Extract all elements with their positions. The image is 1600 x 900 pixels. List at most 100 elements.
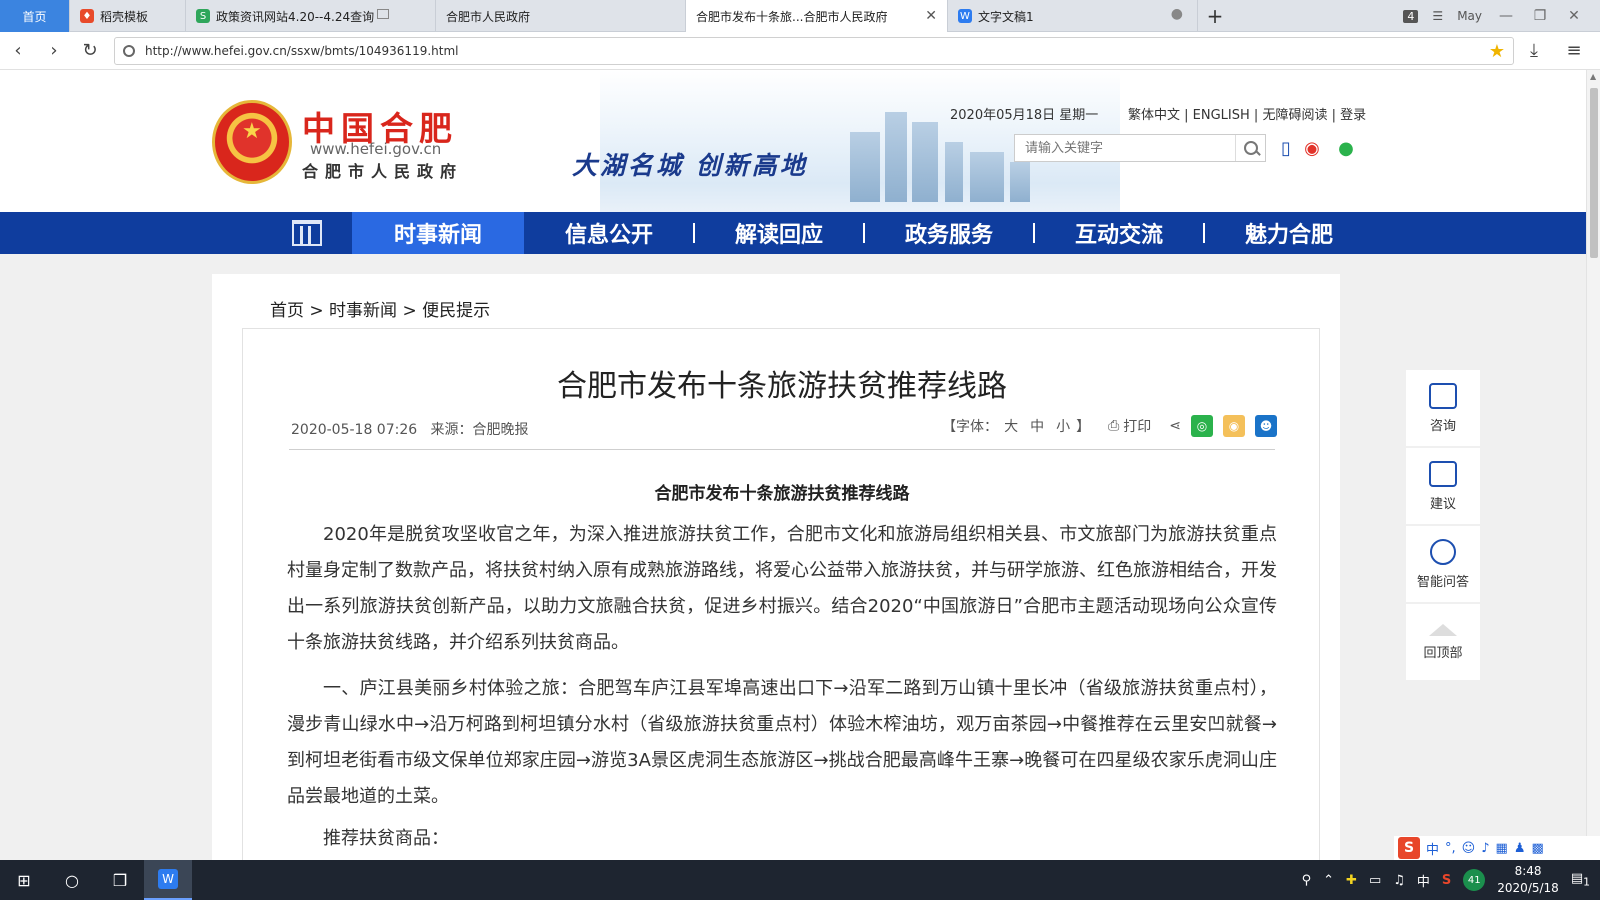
font-size-small[interactable]: 小 xyxy=(1056,416,1070,436)
article-title: 合肥市发布十条旅游扶贫推荐线路 xyxy=(557,369,1007,404)
font-size-medium[interactable]: 中 xyxy=(1030,416,1044,436)
edit-icon xyxy=(1429,460,1457,487)
weibo-share-icon[interactable]: ◉ xyxy=(1223,415,1245,437)
site-header: 中国合肥 www.hefei.gov.cn 合肥市人民政府 大湖名城 创新高地 … xyxy=(0,70,1586,212)
cortana-search-icon[interactable]: ○ xyxy=(48,860,96,900)
forward-icon[interactable]: › xyxy=(36,40,72,61)
nav-item-gov-services[interactable]: 政务服务 xyxy=(864,212,1034,254)
article-paragraph: 推荐扶贫商品： xyxy=(323,828,449,849)
link-login[interactable]: 登录 xyxy=(1340,108,1366,123)
security-badge[interactable]: 41 xyxy=(1463,869,1486,891)
side-consult-button[interactable]: 咨询 xyxy=(1406,370,1480,446)
punctuation-icon[interactable]: °, xyxy=(1445,841,1456,856)
share-icon[interactable]: ⋖ xyxy=(1169,418,1181,434)
tab-hefei-gov[interactable]: 合肥市人民政府 xyxy=(436,0,686,32)
search-icon xyxy=(123,44,135,57)
menu-icon[interactable]: ☰ xyxy=(1432,9,1443,23)
qq-share-icon[interactable]: ☻ xyxy=(1255,415,1277,437)
browser-menu-icon[interactable]: ≡ xyxy=(1554,40,1594,61)
font-size-large[interactable]: 大 xyxy=(1004,416,1018,436)
back-to-top-icon xyxy=(1429,623,1457,636)
page-scrollbar[interactable]: ▲ xyxy=(1586,70,1600,860)
monitor-icon xyxy=(377,9,389,19)
ime-mode[interactable]: 中 xyxy=(1426,839,1439,858)
breadcrumb[interactable]: 首页 > 时事新闻 > 便民提示 xyxy=(270,296,490,321)
user-name[interactable]: May xyxy=(1457,9,1482,23)
article-subtitle: 合肥市发布十条旅游扶贫推荐线路 xyxy=(654,484,910,504)
nav-item-charm-hefei[interactable]: 魅力合肥 xyxy=(1204,212,1374,254)
print-icon[interactable]: ⎙ xyxy=(1108,418,1119,434)
people-icon[interactable]: ⚲ xyxy=(1302,873,1312,888)
tab-docer[interactable]: ♦ 稻壳模板 xyxy=(70,0,186,32)
nav-item-current-news[interactable]: 时事新闻 xyxy=(352,212,524,254)
keyboard-icon[interactable]: ▦ xyxy=(1496,841,1508,856)
tray-app-icon[interactable]: ✚ xyxy=(1346,873,1357,888)
windows-start-icon[interactable]: ⊞ xyxy=(0,860,48,900)
print-button[interactable]: 打印 xyxy=(1123,416,1151,436)
wechat-share-icon[interactable]: ◎ xyxy=(1191,415,1213,437)
link-english[interactable]: ENGLISH xyxy=(1193,108,1250,123)
bookmark-star-icon[interactable]: ★ xyxy=(1489,41,1505,62)
side-suggest-button[interactable]: 建议 xyxy=(1406,448,1480,524)
header-date: 2020年05月18日 星期一 xyxy=(950,108,1099,123)
voice-icon[interactable]: ♪ xyxy=(1481,841,1489,856)
article-meta: 2020-05-18 07:26 来源：合肥晚报 xyxy=(291,419,529,439)
nav-home-building-icon[interactable] xyxy=(262,212,352,254)
task-view-icon[interactable]: ❒ xyxy=(96,860,144,900)
show-hidden-icons[interactable]: ⌃ xyxy=(1323,873,1334,888)
article-source: 来源：合肥晚报 xyxy=(430,422,529,438)
tab-policy-sheet[interactable]: S 政策资讯网站4.20--4.24查询 xyxy=(186,0,436,32)
input-indicator[interactable]: 中 xyxy=(1417,871,1430,890)
close-tab-icon[interactable]: ✕ xyxy=(925,8,937,24)
notification-center-icon[interactable]: ▤1 xyxy=(1571,871,1590,889)
back-to-top-button[interactable]: 回顶部 xyxy=(1406,604,1480,680)
wps-writer-icon: W xyxy=(958,9,972,23)
article: 合肥市发布十条旅游扶贫推荐线路 2020-05-18 07:26 来源：合肥晚报… xyxy=(242,328,1320,860)
link-accessible-reading[interactable]: 无障碍阅读 xyxy=(1262,108,1327,123)
content-card: 首页 > 时事新闻 > 便民提示 合肥市发布十条旅游扶贫推荐线路 2020-05… xyxy=(212,274,1340,860)
tab-count-badge[interactable]: 4 xyxy=(1403,9,1419,23)
page-viewport: 中国合肥 www.hefei.gov.cn 合肥市人民政府 大湖名城 创新高地 … xyxy=(0,70,1586,860)
scrollbar-thumb[interactable] xyxy=(1590,88,1598,258)
minimize-icon[interactable]: — xyxy=(1496,8,1516,24)
system-tray: ⚲ ⌃ ✚ ▭ ♫ 中 S 41 8:48 2020/5/18 ▤1 xyxy=(1302,860,1600,900)
close-window-icon[interactable]: ✕ xyxy=(1564,8,1584,24)
tab-article-active[interactable]: 合肥市发布十条旅...合肥市人民政府 ✕ xyxy=(686,0,948,32)
tab-writer-doc[interactable]: W 文字文稿1 ● xyxy=(948,0,1198,32)
sogou-ime-icon[interactable]: S xyxy=(1398,837,1420,859)
mobile-icon[interactable]: ▯ xyxy=(1274,138,1298,160)
weibo-icon[interactable]: ◉ xyxy=(1300,138,1324,160)
taskbar-wps-app[interactable]: W xyxy=(144,860,192,900)
docer-icon: ♦ xyxy=(80,9,94,23)
site-search-input[interactable] xyxy=(1015,135,1235,161)
restore-icon[interactable]: ❐ xyxy=(1530,8,1550,24)
link-traditional-chinese[interactable]: 繁体中文 xyxy=(1128,108,1180,123)
logo-url: www.hefei.gov.cn xyxy=(310,140,442,158)
nav-item-interpretation[interactable]: 解读回应 xyxy=(694,212,864,254)
url-text: http://www.hefei.gov.cn/ssxw/bmts/104936… xyxy=(145,43,459,58)
search-icon[interactable] xyxy=(1235,135,1265,161)
refresh-icon[interactable]: ↻ xyxy=(72,40,108,61)
back-icon[interactable]: ‹ xyxy=(0,40,36,61)
url-input[interactable]: http://www.hefei.gov.cn/ssxw/bmts/104936… xyxy=(114,36,1514,65)
article-paragraph: 2020年是脱贫攻坚收官之年，为深入推进旅游扶贫工作，合肥市文化和旅游局组织相关… xyxy=(287,524,1277,653)
skin-icon[interactable]: ♟ xyxy=(1514,841,1526,856)
network-icon[interactable]: ▭ xyxy=(1369,873,1381,888)
nav-item-info-disclosure[interactable]: 信息公开 xyxy=(524,212,694,254)
new-tab-button[interactable]: + xyxy=(1198,0,1232,31)
download-icon[interactable]: ⤓ xyxy=(1514,40,1554,61)
sogou-tray-icon[interactable]: S xyxy=(1442,873,1451,888)
clock-time: 8:48 xyxy=(1514,864,1542,878)
unsaved-dot-icon: ● xyxy=(1170,6,1183,22)
scroll-up-icon[interactable]: ▲ xyxy=(1590,72,1596,81)
browser-tab-bar: 首页 ♦ 稻壳模板 S 政策资讯网站4.20--4.24查询 合肥市人民政府 合… xyxy=(0,0,1600,32)
volume-icon[interactable]: ♫ xyxy=(1393,873,1405,888)
emoji-icon[interactable]: ☺ xyxy=(1462,841,1476,856)
tab-home[interactable]: 首页 xyxy=(0,0,70,32)
toolbox-icon[interactable]: ▩ xyxy=(1531,841,1543,856)
nav-item-interaction[interactable]: 互动交流 xyxy=(1034,212,1204,254)
clock-date: 2020/5/18 xyxy=(1497,881,1559,895)
side-assistant-button[interactable]: 智能问答 xyxy=(1406,526,1480,602)
wechat-icon[interactable]: ● xyxy=(1334,138,1358,160)
clock[interactable]: 8:48 2020/5/18 xyxy=(1497,863,1559,897)
